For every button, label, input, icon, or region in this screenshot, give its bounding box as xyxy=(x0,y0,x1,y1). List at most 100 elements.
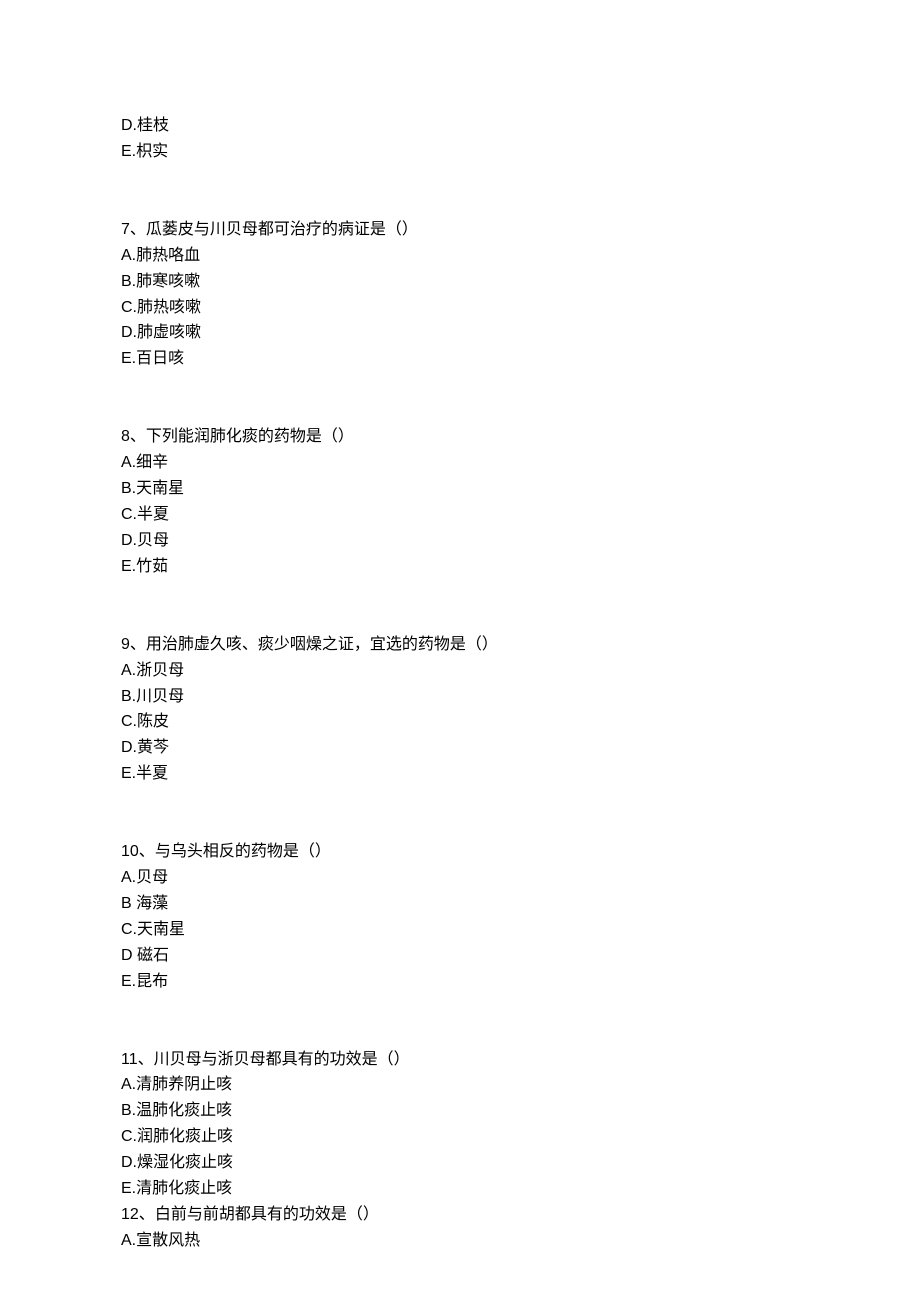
option-line: A.贝母 xyxy=(121,865,920,891)
option-label: B. xyxy=(121,1102,136,1119)
option-label: A. xyxy=(121,1232,136,1249)
question-text: 用治肺虚久咳、痰少咽燥之证，宜选的药物是（） xyxy=(146,636,498,653)
option-line: A.浙贝母 xyxy=(121,658,920,684)
option-text: 百日咳 xyxy=(136,350,184,367)
option-line: E.竹茹 xyxy=(121,554,920,580)
question-stem: 12、白前与前胡都具有的功效是（） xyxy=(121,1202,920,1228)
option-label: E. xyxy=(121,765,136,782)
option-line: C.半夏 xyxy=(121,502,920,528)
spacer xyxy=(121,787,920,839)
option-text: 昆布 xyxy=(136,973,168,990)
option-text: 海藻 xyxy=(136,895,168,912)
option-text: 燥湿化痰止咳 xyxy=(137,1154,233,1171)
option-line: E.百日咳 xyxy=(121,346,920,372)
question-number: 10、 xyxy=(121,843,155,860)
question-stem: 8、下列能润肺化痰的药物是（） xyxy=(121,424,920,450)
option-label: A. xyxy=(121,662,136,679)
option-text: 枳实 xyxy=(136,143,168,160)
option-text: 半夏 xyxy=(136,765,168,782)
option-text: 天南星 xyxy=(137,921,185,938)
option-line: E.昆布 xyxy=(121,969,920,995)
spacer xyxy=(121,372,920,424)
option-text: 清肺化痰止咳 xyxy=(136,1180,232,1197)
option-text: 清肺养阴止咳 xyxy=(136,1076,232,1093)
option-line: B.天南星 xyxy=(121,476,920,502)
option-line: C.陈皮 xyxy=(121,709,920,735)
option-label: E. xyxy=(121,143,136,160)
option-line: E.枳实 xyxy=(121,139,920,165)
option-text: 竹茹 xyxy=(136,558,168,575)
document-page: D.桂枝 E.枳实 7、瓜蒌皮与川贝母都可治疗的病证是（） A.肺热咯血 B.肺… xyxy=(0,0,920,1254)
option-line: E.半夏 xyxy=(121,761,920,787)
option-label: D. xyxy=(121,324,137,341)
option-text: 川贝母 xyxy=(136,688,184,705)
option-label: B. xyxy=(121,273,136,290)
option-line: C.天南星 xyxy=(121,917,920,943)
question-number: 11、 xyxy=(121,1051,154,1068)
option-text: 润肺化痰止咳 xyxy=(137,1128,233,1145)
option-label: C. xyxy=(121,1128,137,1145)
question-text: 川贝母与浙贝母都具有的功效是（） xyxy=(154,1051,410,1068)
option-line: B.肺寒咳嗽 xyxy=(121,269,920,295)
option-line: B.温肺化痰止咳 xyxy=(121,1098,920,1124)
option-text: 黄芩 xyxy=(137,739,169,756)
option-line: A.宣散风热 xyxy=(121,1228,920,1254)
option-text: 宣散风热 xyxy=(136,1232,200,1249)
option-text: 浙贝母 xyxy=(136,662,184,679)
question-text: 瓜蒌皮与川贝母都可治疗的病证是（） xyxy=(146,221,418,238)
option-label: D. xyxy=(121,117,137,134)
question-number: 7、 xyxy=(121,221,146,238)
question-number: 9、 xyxy=(121,636,146,653)
option-label: E. xyxy=(121,973,136,990)
spacer xyxy=(121,580,920,632)
option-line: D.肺虚咳嗽 xyxy=(121,320,920,346)
option-text: 贝母 xyxy=(136,869,168,886)
option-text: 陈皮 xyxy=(137,713,169,730)
question-stem: 10、与乌头相反的药物是（） xyxy=(121,839,920,865)
question-number: 12、 xyxy=(121,1206,155,1223)
option-text: 肺热咳嗽 xyxy=(137,299,201,316)
option-text: 肺寒咳嗽 xyxy=(136,273,200,290)
question-text: 下列能润肺化痰的药物是（） xyxy=(146,428,354,445)
option-line: C.肺热咳嗽 xyxy=(121,295,920,321)
option-label: D. xyxy=(121,739,137,756)
option-text: 桂枝 xyxy=(137,117,169,134)
option-text: 贝母 xyxy=(137,532,169,549)
question-stem: 9、用治肺虚久咳、痰少咽燥之证，宜选的药物是（） xyxy=(121,632,920,658)
option-line: B 海藻 xyxy=(121,891,920,917)
option-line: D.燥湿化痰止咳 xyxy=(121,1150,920,1176)
spacer xyxy=(121,165,920,217)
option-line: D.黄芩 xyxy=(121,735,920,761)
option-label: B. xyxy=(121,480,136,497)
option-line: A.细辛 xyxy=(121,450,920,476)
question-text: 与乌头相反的药物是（） xyxy=(155,843,331,860)
option-text: 磁石 xyxy=(137,947,169,964)
question-stem: 11、川贝母与浙贝母都具有的功效是（） xyxy=(121,1047,920,1073)
option-text: 温肺化痰止咳 xyxy=(136,1102,232,1119)
option-line: A.肺热咯血 xyxy=(121,243,920,269)
option-line: B.川贝母 xyxy=(121,684,920,710)
option-line: D 磁石 xyxy=(121,943,920,969)
option-text: 肺热咯血 xyxy=(136,247,200,264)
question-text: 白前与前胡都具有的功效是（） xyxy=(155,1206,379,1223)
option-label: D xyxy=(121,947,137,964)
option-label: B xyxy=(121,895,136,912)
option-label: B. xyxy=(121,688,136,705)
option-label: D. xyxy=(121,1154,137,1171)
spacer xyxy=(121,995,920,1047)
option-label: C. xyxy=(121,299,137,316)
option-text: 天南星 xyxy=(136,480,184,497)
option-label: C. xyxy=(121,921,137,938)
option-line: E.清肺化痰止咳 xyxy=(121,1176,920,1202)
option-label: A. xyxy=(121,454,136,471)
option-label: A. xyxy=(121,869,136,886)
option-line: D.贝母 xyxy=(121,528,920,554)
option-line: C.润肺化痰止咳 xyxy=(121,1124,920,1150)
option-label: E. xyxy=(121,558,136,575)
option-label: C. xyxy=(121,713,137,730)
question-number: 8、 xyxy=(121,428,146,445)
option-line: D.桂枝 xyxy=(121,113,920,139)
option-label: A. xyxy=(121,1076,136,1093)
option-label: E. xyxy=(121,350,136,367)
option-text: 肺虚咳嗽 xyxy=(137,324,201,341)
